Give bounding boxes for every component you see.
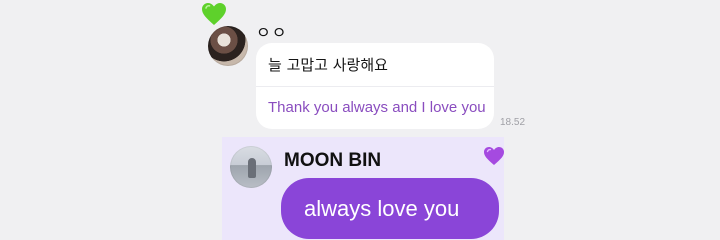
bubble-divider (256, 86, 494, 87)
artist-avatar[interactable] (230, 146, 272, 188)
sender-avatar[interactable] (208, 26, 248, 66)
artist-message-text: always love you (304, 196, 460, 221)
green-heart-icon (202, 3, 226, 25)
purple-heart-icon (484, 147, 504, 165)
message-timestamp: 18.52 (500, 117, 526, 128)
message-translation: Thank you always and I love you (268, 99, 486, 116)
message-text-korean: 늘 고맙고 사랑해요 (268, 56, 388, 74)
avatar-figure (248, 158, 256, 178)
sender-name: ㅇㅇ (256, 25, 288, 42)
artist-name: MOON BIN (284, 150, 382, 171)
